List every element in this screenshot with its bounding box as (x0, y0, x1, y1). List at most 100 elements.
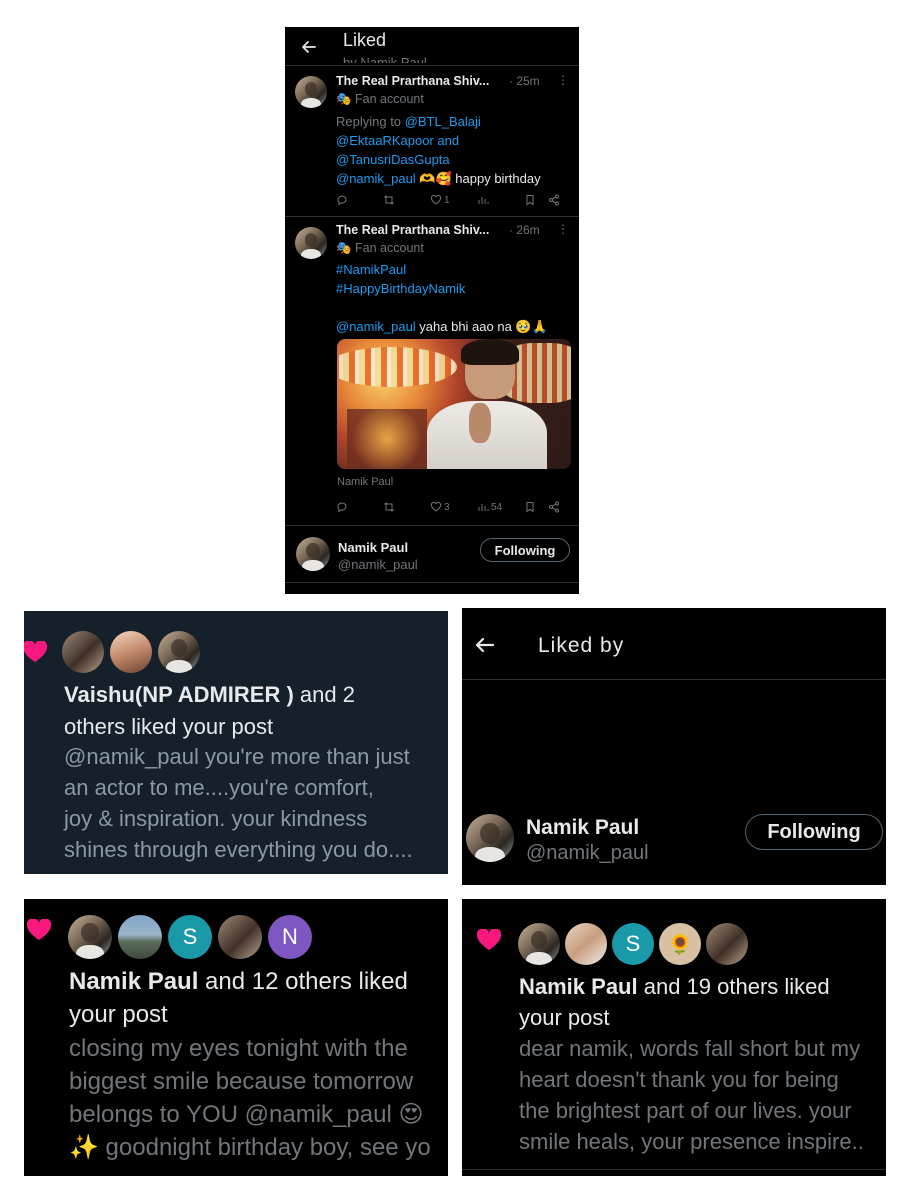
avatar[interactable] (296, 537, 330, 571)
avatar[interactable] (158, 631, 200, 673)
post-line: dear namik, words fall short but my (519, 1036, 861, 1061)
avatar[interactable]: 🌻 (659, 923, 701, 965)
divider (462, 679, 886, 680)
post-line: biggest smile because tomorrow (69, 1068, 414, 1095)
tweet-actions: 1 (336, 194, 571, 206)
tweet-actions: 3 54 (336, 501, 571, 513)
liked-screen: Liked by Namik Paul The Real Prarthana S… (285, 27, 579, 594)
tweet-text: yaha bhi aao na 🥹🙏 (415, 319, 548, 334)
avatar[interactable] (706, 923, 748, 965)
avatar[interactable]: S (168, 915, 212, 959)
tweet[interactable]: The Real Prarthana Shiv... · 25m ⋮ 🎭 Fan… (285, 66, 579, 216)
user-name[interactable]: Namik Paul (338, 540, 408, 555)
tweet-author[interactable]: The Real Prarthana Shiv... (336, 74, 489, 88)
user-row[interactable]: Namik Paul @namik_paul Following (285, 526, 579, 582)
notification-text: Namik Paul and 19 others liked your post (519, 971, 830, 1033)
avatar-letter: S (625, 931, 641, 956)
like-icon[interactable]: 3 (430, 501, 477, 513)
post-preview[interactable]: closing my eyes tonight with the biggest… (69, 1032, 431, 1164)
more-icon[interactable]: ⋮ (557, 223, 569, 235)
notification-card[interactable]: S N Namik Paul and 12 others liked your … (24, 899, 448, 1176)
liker-avatars: S N (68, 915, 312, 959)
avatar[interactable] (295, 227, 327, 259)
avatar[interactable] (110, 631, 152, 673)
post-line: ✨ goodnight birthday boy, see yo (69, 1134, 431, 1161)
post-line: shines through everything you do.... (64, 837, 413, 862)
heart-icon (26, 918, 52, 946)
tweet[interactable]: The Real Prarthana Shiv... · 26m ⋮ 🎭 Fan… (285, 217, 579, 525)
reply-icon[interactable] (336, 194, 383, 206)
views-icon[interactable] (477, 194, 524, 206)
avatar[interactable] (118, 915, 162, 959)
notification-text: Namik Paul and 12 others liked your post (69, 965, 408, 1031)
following-button[interactable]: Following (745, 814, 883, 850)
avatar[interactable] (68, 915, 112, 959)
divider (462, 1169, 886, 1170)
mention-link[interactable]: @EktaaRKapoor and (336, 131, 541, 150)
liker-name[interactable]: Vaishu(NP ADMIRER ) (64, 682, 294, 707)
mention-link[interactable]: @namik_paul (336, 319, 416, 334)
retweet-icon[interactable] (383, 194, 430, 206)
heart-icon (24, 640, 48, 668)
notification-card[interactable]: S 🌻 Namik Paul and 19 others liked your … (462, 899, 886, 1176)
like-count: 3 (444, 501, 450, 513)
avatar[interactable] (466, 814, 514, 862)
tweet-text: 🫶🥰 happy birthday (415, 171, 541, 186)
post-preview[interactable]: dear namik, words fall short but my hear… (519, 1033, 864, 1157)
avatar[interactable] (218, 915, 262, 959)
mention-link[interactable]: @namik_paul (336, 171, 416, 186)
post-line: closing my eyes tonight with the (69, 1035, 408, 1062)
avatar[interactable]: N (268, 915, 312, 959)
post-line: the brightest part of our lives. your (519, 1098, 852, 1123)
liker-avatars: S 🌻 (518, 923, 748, 965)
bookmark-icon[interactable] (524, 194, 548, 206)
heart-icon (476, 928, 502, 956)
page-subtitle: by Namik Paul (343, 55, 427, 63)
avatar[interactable] (565, 923, 607, 965)
avatar[interactable] (295, 76, 327, 108)
like-count: 1 (444, 194, 450, 206)
mention-link[interactable]: @TanusriDasGupta (336, 150, 541, 169)
tweet-body: Replying to @BTL_Balaji @EktaaRKapoor an… (336, 112, 541, 188)
account-badge: 🎭 Fan account (336, 92, 424, 106)
user-handle: @namik_paul (338, 557, 418, 572)
reply-icon[interactable] (336, 501, 383, 513)
post-line: an actor to me....you're comfort, (64, 775, 374, 800)
back-arrow-icon[interactable] (299, 37, 319, 57)
mention-link[interactable]: @BTL_Balaji (405, 114, 481, 129)
user-handle: @namik_paul (526, 842, 649, 864)
avatar-letter: N (282, 924, 298, 949)
account-badge: 🎭 Fan account (336, 241, 424, 255)
media-caption: Namik Paul (337, 476, 394, 488)
avatar[interactable] (62, 631, 104, 673)
more-icon[interactable]: ⋮ (557, 74, 569, 86)
post-line: smile heals, your presence inspire.. (519, 1129, 864, 1154)
notification-text: Vaishu(NP ADMIRER ) and 2 others liked y… (64, 679, 355, 743)
divider (285, 582, 579, 583)
page-title: Liked by (538, 634, 625, 657)
avatar-letter: S (182, 924, 198, 949)
avatar[interactable]: S (612, 923, 654, 965)
notification-card[interactable]: Vaishu(NP ADMIRER ) and 2 others liked y… (24, 611, 448, 874)
post-preview[interactable]: @namik_paul you're more than just an act… (64, 741, 413, 865)
tweet-media-image[interactable] (337, 339, 571, 469)
share-icon[interactable] (548, 501, 568, 513)
liker-name[interactable]: Namik Paul (69, 968, 198, 995)
notification-suffix: and 2 (293, 682, 355, 707)
user-name[interactable]: Namik Paul (526, 816, 639, 840)
bookmark-icon[interactable] (524, 501, 548, 513)
replying-label: Replying to (336, 114, 402, 129)
hashtag-link[interactable]: #HappyBirthdayNamik (336, 279, 548, 298)
following-button[interactable]: Following (480, 538, 570, 562)
liked-by-screen: Liked by Namik Paul @namik_paul Followin… (462, 608, 886, 885)
liker-name[interactable]: Namik Paul (519, 974, 638, 999)
avatar[interactable] (518, 923, 560, 965)
user-row[interactable]: Namik Paul @namik_paul Following (462, 804, 886, 874)
retweet-icon[interactable] (383, 501, 430, 513)
back-arrow-icon[interactable] (472, 632, 498, 658)
views-icon[interactable]: 54 (477, 501, 524, 513)
tweet-author[interactable]: The Real Prarthana Shiv... (336, 223, 489, 237)
hashtag-link[interactable]: #NamikPaul (336, 260, 548, 279)
share-icon[interactable] (548, 194, 568, 206)
like-icon[interactable]: 1 (430, 194, 477, 206)
